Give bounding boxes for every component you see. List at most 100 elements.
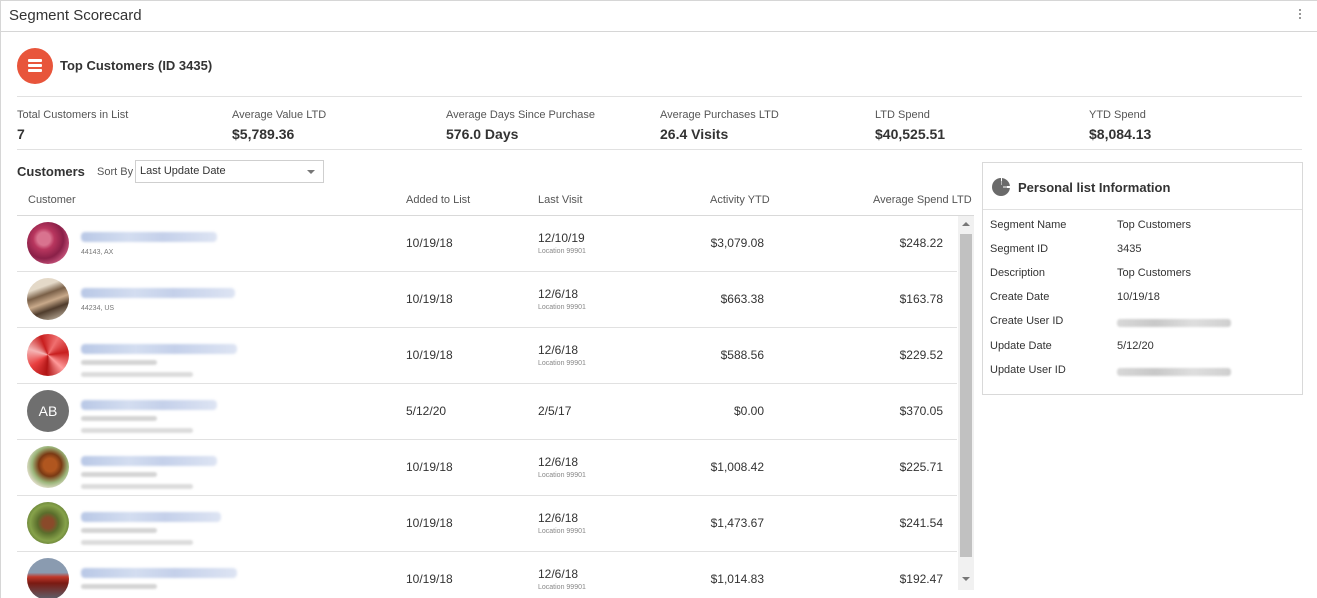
table-row[interactable]: 10/19/18 12/6/18 Location 99901 $588.56 … [17, 328, 957, 384]
field-label: Description [990, 267, 1046, 279]
table-row[interactable]: 10/19/18 12/6/18 Location 99901 $1,014.8… [17, 552, 957, 598]
added-to-list: 10/19/18 [406, 236, 453, 250]
visit-location: Location 99901 [538, 528, 586, 535]
field-label: Create User ID [990, 315, 1064, 327]
customer-name[interactable] [81, 568, 237, 578]
last-visit: 12/6/18 [538, 287, 579, 301]
table-header: Customer Added to List Last Visit Activi… [17, 188, 974, 216]
added-to-list: 10/19/18 [406, 292, 453, 306]
stat-label: LTD Spend [875, 109, 930, 121]
added-to-list: 10/19/18 [406, 460, 453, 474]
average-spend-ltd: $229.52 [899, 348, 943, 362]
column-header-added[interactable]: Added to List [406, 194, 470, 206]
table-row[interactable]: 44143, AX 10/19/18 12/10/19 Location 999… [17, 216, 957, 272]
chevron-down-icon [307, 170, 315, 174]
sort-by-value: Last Update Date [140, 165, 226, 177]
average-spend-ltd: $248.22 [899, 236, 943, 250]
stat-average-days: Average Days Since Purchase 576.0 Days [446, 109, 595, 142]
stat-label: Average Days Since Purchase [446, 109, 595, 121]
avatar[interactable] [27, 334, 69, 376]
customer-list: 44143, AX 10/19/18 12/10/19 Location 999… [17, 216, 957, 598]
window-title: Segment Scorecard [9, 7, 142, 24]
customer-name[interactable] [81, 232, 217, 242]
customer-detail [81, 484, 193, 489]
list-icon [17, 48, 53, 84]
stat-value: $5,789.36 [232, 126, 295, 142]
customer-detail [81, 528, 157, 533]
pie-chart-icon [992, 178, 1010, 196]
added-to-list: 5/12/20 [406, 404, 447, 418]
field-value: 5/12/20 [1117, 340, 1154, 352]
table-row[interactable]: 10/19/18 12/6/18 Location 99901 $1,008.4… [17, 440, 957, 496]
avatar[interactable]: AB [27, 390, 69, 432]
visit-location: Location 99901 [538, 304, 586, 311]
column-header-activity-ytd[interactable]: Activity YTD [710, 194, 770, 206]
added-to-list: 10/19/18 [406, 348, 453, 362]
avatar[interactable] [27, 446, 69, 488]
scrollbar-thumb[interactable] [960, 234, 972, 557]
customer-name[interactable] [81, 400, 217, 410]
last-visit: 12/6/18 [538, 511, 579, 525]
visit-location: Location 99901 [538, 360, 586, 367]
stat-total-customers: Total Customers in List 7 [17, 109, 128, 142]
stat-value: $8,084.13 [1089, 126, 1152, 142]
personal-list-info-panel: Personal list Information Segment Name T… [982, 162, 1303, 395]
activity-ytd: $663.38 [720, 292, 764, 306]
avatar[interactable] [27, 558, 69, 598]
activity-ytd: $1,473.67 [710, 516, 764, 530]
scorecard-window: Segment Scorecard Top Customers (ID 3435… [0, 0, 1317, 598]
stat-value: 576.0 Days [446, 126, 519, 142]
customer-detail [81, 472, 157, 477]
panel-header: Personal list Information [983, 163, 1302, 210]
scroll-down-icon[interactable] [962, 577, 970, 581]
field-value: Top Customers [1117, 219, 1191, 231]
customer-detail [81, 540, 193, 545]
table-row[interactable]: 44234, US 10/19/18 12/6/18 Location 9990… [17, 272, 957, 328]
customer-name[interactable] [81, 344, 237, 354]
stat-ltd-spend: LTD Spend $40,525.51 [875, 109, 945, 142]
column-header-average-spend[interactable]: Average Spend LTD [873, 194, 972, 206]
last-visit: 2/5/17 [538, 404, 572, 418]
table-scrollbar[interactable] [958, 216, 974, 590]
customer-name[interactable] [81, 288, 235, 298]
last-visit: 12/6/18 [538, 455, 579, 469]
field-label: Create Date [990, 291, 1050, 303]
stat-value: 7 [17, 126, 25, 142]
field-value: 3435 [1117, 243, 1142, 255]
more-vertical-icon[interactable] [1298, 9, 1302, 23]
activity-ytd: $3,079.08 [710, 236, 764, 250]
stat-label: Average Purchases LTD [660, 109, 779, 121]
update-user-id-value [1117, 368, 1231, 376]
last-visit: 12/6/18 [538, 343, 579, 357]
added-to-list: 10/19/18 [406, 572, 453, 586]
customer-name[interactable] [81, 512, 221, 522]
panel-title: Personal list Information [1018, 180, 1171, 195]
customers-heading: Customers [17, 164, 85, 179]
activity-ytd: $1,008.42 [710, 460, 764, 474]
stat-label: YTD Spend [1089, 109, 1146, 121]
scroll-up-icon[interactable] [962, 222, 970, 226]
table-row[interactable]: 10/19/18 12/6/18 Location 99901 $1,473.6… [17, 496, 957, 552]
visit-location: Location 99901 [538, 472, 586, 479]
stat-ytd-spend: YTD Spend $8,084.13 [1089, 109, 1151, 142]
column-header-last-visit[interactable]: Last Visit [538, 194, 582, 206]
avatar[interactable] [27, 222, 69, 264]
customer-detail [81, 360, 157, 365]
table-row[interactable]: AB 5/12/20 2/5/17 $0.00 $370.05 [17, 384, 957, 440]
avatar[interactable] [27, 278, 69, 320]
customer-detail [81, 416, 157, 421]
field-value: 10/19/18 [1117, 291, 1160, 303]
column-header-customer[interactable]: Customer [28, 194, 76, 206]
activity-ytd: $588.56 [720, 348, 764, 362]
divider [17, 96, 1302, 97]
customer-name[interactable] [81, 456, 217, 466]
customer-location: 44143, AX [81, 249, 114, 256]
customer-detail [81, 372, 193, 377]
customer-detail [81, 584, 157, 589]
avatar[interactable] [27, 502, 69, 544]
sort-by-select[interactable]: Last Update Date [135, 160, 324, 183]
added-to-list: 10/19/18 [406, 516, 453, 530]
average-spend-ltd: $163.78 [899, 292, 943, 306]
visit-location: Location 99901 [538, 584, 586, 591]
window-titlebar: Segment Scorecard [1, 0, 1317, 32]
